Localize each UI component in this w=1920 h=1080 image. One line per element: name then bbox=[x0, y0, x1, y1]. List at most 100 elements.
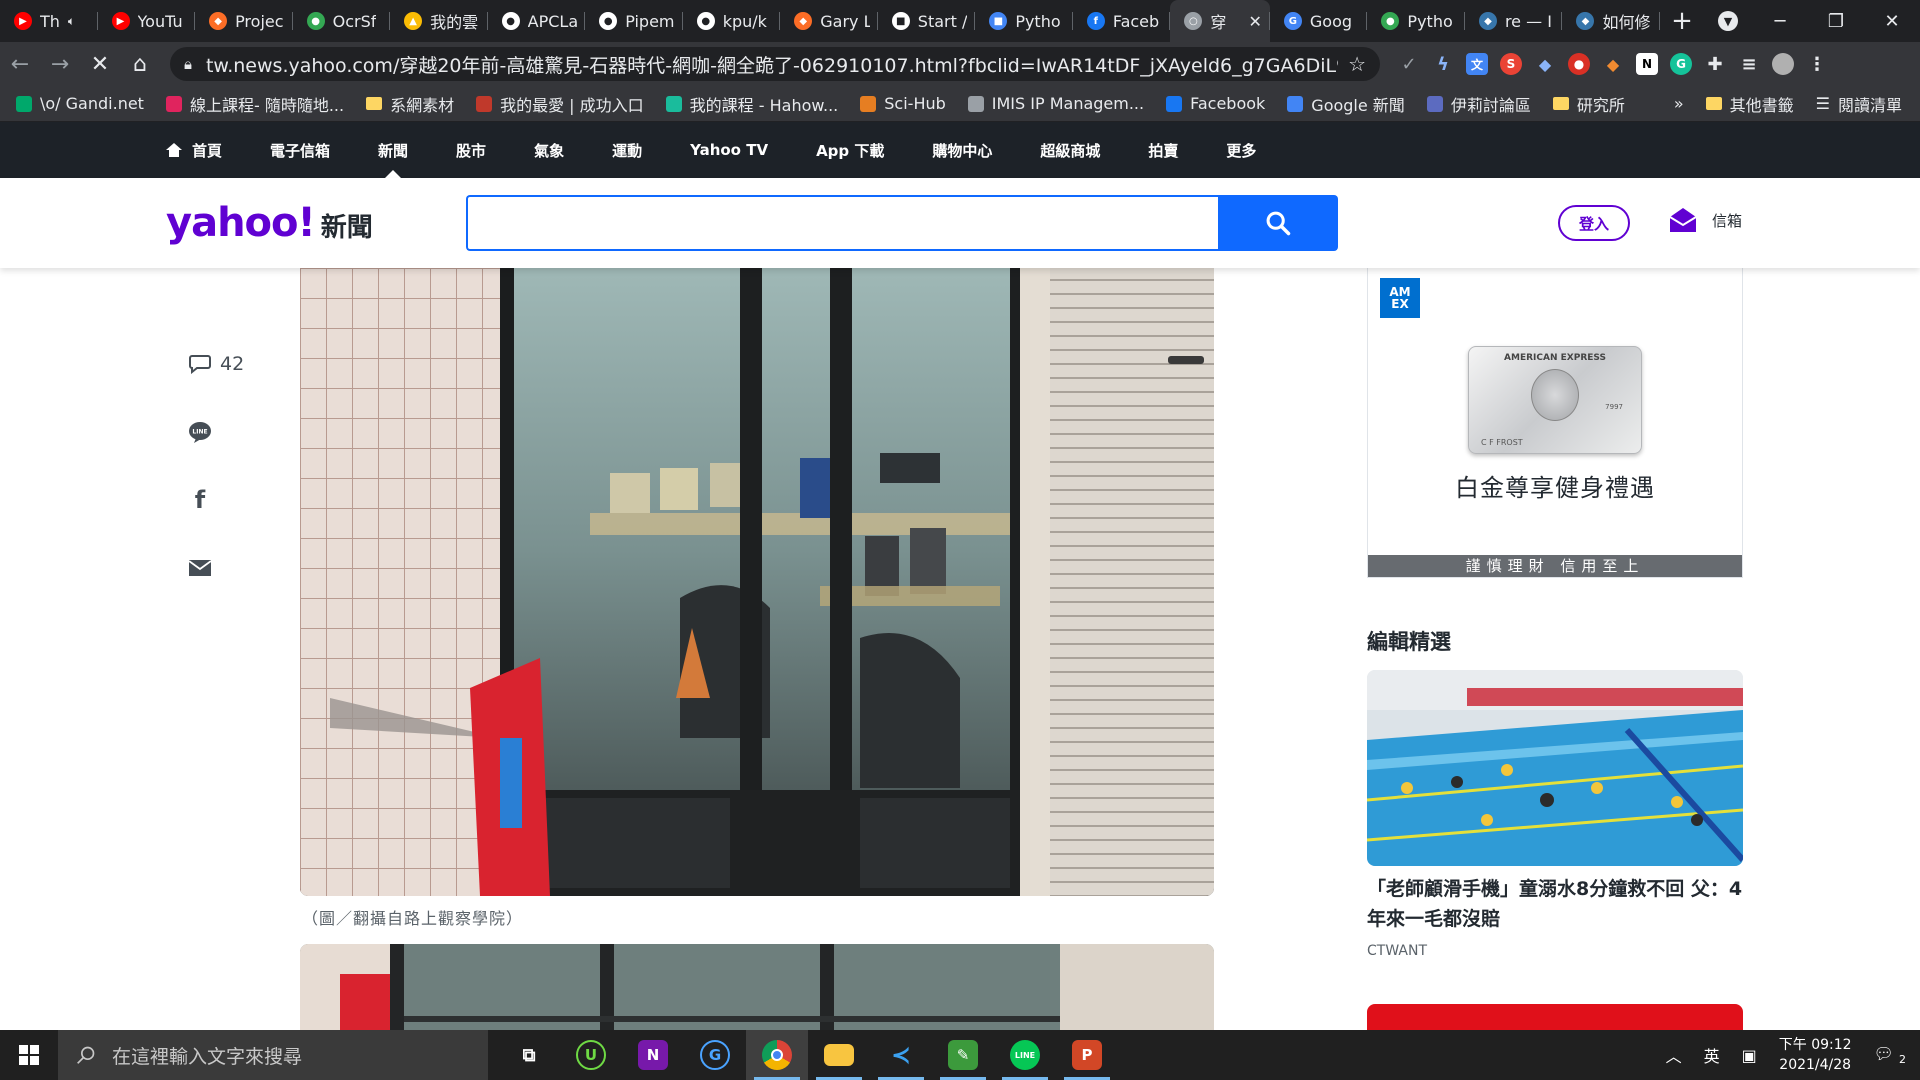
tray-expand-icon[interactable]: ︿ bbox=[1666, 1043, 1682, 1067]
comments-button[interactable]: 42 bbox=[188, 330, 268, 398]
notion-icon[interactable]: N bbox=[1636, 53, 1658, 75]
taskbar-search-box[interactable]: 在這裡輸入文字來搜尋 bbox=[58, 1030, 488, 1080]
kebab-menu-icon[interactable]: ⋮ bbox=[1806, 53, 1828, 75]
stop-loading-button[interactable]: ✕ bbox=[80, 44, 120, 84]
yahoo-nav-item[interactable]: 首頁 bbox=[166, 122, 222, 178]
puzzle-extensions-icon[interactable]: ✚ bbox=[1704, 53, 1726, 75]
browser-tab[interactable]: ● APCLa bbox=[488, 0, 586, 42]
tab-title: OcrSf bbox=[332, 11, 377, 31]
yahoo-news-logo[interactable]: yahoo! 新聞 bbox=[166, 200, 373, 246]
taskbar-app-file-explorer[interactable] bbox=[808, 1030, 870, 1080]
browser-tab[interactable]: ○ 穿 ✕ bbox=[1170, 0, 1270, 42]
tab-search-button[interactable]: ▼ bbox=[1704, 0, 1752, 42]
bookmark-item[interactable]: 我的課程 - Hahow... bbox=[665, 92, 838, 116]
grammarly-icon[interactable]: G bbox=[1670, 53, 1692, 75]
story-headline[interactable]: 「老師顧滑手機」童溺水8分鐘救不回 父：4年來一毛都沒賠 bbox=[1367, 874, 1743, 934]
browser-tab[interactable]: ● Pytho bbox=[1367, 0, 1465, 42]
login-button[interactable]: 登入 bbox=[1558, 205, 1630, 241]
url-input[interactable]: 🔒︎ tw.news.yahoo.com/穿越20年前-高雄驚見-石器時代-網咖… bbox=[170, 47, 1380, 81]
browser-tab[interactable]: ◆ re — I bbox=[1465, 0, 1563, 42]
yahoo-nav-item[interactable]: Yahoo TV bbox=[690, 122, 768, 178]
browser-tab[interactable]: ● OcrSf bbox=[293, 0, 391, 42]
yahoo-nav-item[interactable]: App 下載 bbox=[816, 122, 884, 178]
share-email-button[interactable] bbox=[188, 534, 268, 602]
bookmark-item[interactable]: Sci-Hub bbox=[860, 94, 946, 113]
record-icon[interactable]: ● bbox=[1568, 53, 1590, 75]
other-bookmarks-folder[interactable]: 其他書籤 bbox=[1705, 92, 1794, 116]
taskbar-app-line[interactable]: LINE bbox=[994, 1030, 1056, 1080]
close-window-icon[interactable]: ✕ bbox=[1864, 11, 1920, 32]
search-button[interactable] bbox=[1218, 195, 1338, 251]
bookmark-item[interactable]: 我的最愛 | 成功入口 bbox=[476, 92, 644, 116]
browser-tab[interactable]: ▲ 我的雲 bbox=[390, 0, 488, 42]
browser-tab[interactable]: G Goog bbox=[1270, 0, 1368, 42]
yahoo-nav-item[interactable]: 運動 bbox=[612, 122, 642, 178]
amex-ad[interactable]: AM EX AMERICAN EXPRESS 7997 C F FROST 白金… bbox=[1367, 268, 1743, 578]
forward-button[interactable]: → bbox=[40, 44, 80, 84]
browser-tab[interactable]: ▶ Th 🔈︎ bbox=[0, 0, 98, 42]
bolt-icon[interactable]: ϟ bbox=[1432, 53, 1454, 75]
bookmark-item[interactable]: 伊莉討論區 bbox=[1426, 92, 1531, 116]
checkmark-icon[interactable]: ✓ bbox=[1398, 53, 1420, 75]
bookmarks-more-button[interactable]: » bbox=[1674, 94, 1684, 113]
translate-icon[interactable]: 文 bbox=[1466, 53, 1488, 75]
browser-tab[interactable]: ● kpu/k bbox=[683, 0, 781, 42]
minimize-icon[interactable]: ─ bbox=[1752, 11, 1808, 32]
tray-app-icon[interactable]: ▣ bbox=[1742, 1046, 1757, 1065]
bookmark-item[interactable]: \o/ Gandi.net bbox=[16, 94, 144, 113]
profile-avatar[interactable] bbox=[1772, 53, 1794, 75]
bookmark-folder[interactable]: 系網素材 bbox=[366, 92, 454, 116]
taskbar-app-edge-legacy[interactable]: G bbox=[684, 1030, 746, 1080]
bookmark-item[interactable]: Facebook bbox=[1166, 94, 1265, 113]
browser-tab[interactable]: f Faceb bbox=[1073, 0, 1171, 42]
yahoo-nav-item[interactable]: 拍賣 bbox=[1148, 122, 1178, 178]
browser-tab[interactable]: ◆ 如何修 bbox=[1562, 0, 1660, 42]
taskbar-app-powerpoint[interactable]: P bbox=[1056, 1030, 1118, 1080]
media-control-icon[interactable]: ≡ bbox=[1738, 53, 1760, 75]
s-extension-icon[interactable]: S bbox=[1500, 53, 1522, 75]
browser-tab[interactable]: ● Pipem bbox=[585, 0, 683, 42]
reading-list-button[interactable]: ☰ 閱讀清單 bbox=[1816, 92, 1902, 116]
fox-extension-icon[interactable]: ◆ bbox=[1602, 53, 1624, 75]
home-icon bbox=[166, 143, 182, 157]
taskbar-app-pen-tool[interactable]: ✎ bbox=[932, 1030, 994, 1080]
browser-tab[interactable]: ◆ Gary L bbox=[780, 0, 878, 42]
yahoo-nav-item[interactable]: 新聞 bbox=[378, 122, 408, 178]
close-tab-icon[interactable]: ✕ bbox=[1248, 12, 1261, 31]
browser-tab[interactable]: ■ Pytho bbox=[975, 0, 1073, 42]
browser-tab[interactable]: ◆ Projec bbox=[195, 0, 293, 42]
yahoo-nav-item[interactable]: 氣象 bbox=[534, 122, 564, 178]
diamond-extension-icon[interactable]: ◆ bbox=[1534, 53, 1556, 75]
taskbar-app-onenote[interactable]: N bbox=[622, 1030, 684, 1080]
bookmark-item[interactable]: Google 新聞 bbox=[1287, 92, 1405, 116]
taskbar-app-vscode[interactable]: ≺ bbox=[870, 1030, 932, 1080]
story-thumbnail-swimming-pool[interactable] bbox=[1367, 670, 1743, 866]
browser-tab[interactable]: ▶ YouTu bbox=[98, 0, 196, 42]
bookmark-star-icon[interactable]: ☆ bbox=[1348, 52, 1366, 76]
clock[interactable]: 下午 09:12 2021/4/28 bbox=[1779, 1035, 1852, 1075]
notification-center-button[interactable]: 💬︎ 2 bbox=[1874, 1044, 1906, 1066]
yahoo-nav-item[interactable]: 購物中心 bbox=[932, 122, 992, 178]
bookmark-item[interactable]: IMIS IP Managem... bbox=[967, 94, 1144, 113]
restore-icon[interactable]: ❐ bbox=[1808, 11, 1864, 32]
mail-link[interactable]: 信箱 bbox=[1668, 206, 1742, 234]
bookmark-item[interactable]: 線上課程- 隨時隨地... bbox=[165, 92, 344, 116]
ime-indicator[interactable]: 英 bbox=[1704, 1043, 1720, 1067]
yahoo-nav-item[interactable]: 超級商城 bbox=[1040, 122, 1100, 178]
taskbar-app-chrome[interactable] bbox=[746, 1030, 808, 1080]
share-line-button[interactable]: LINE bbox=[188, 398, 268, 466]
home-button[interactable]: ⌂ bbox=[120, 44, 160, 84]
yahoo-nav-item[interactable]: 股市 bbox=[456, 122, 486, 178]
taskbar-app-upwork[interactable]: U bbox=[560, 1030, 622, 1080]
speaker-icon[interactable]: 🔈︎ bbox=[68, 14, 75, 29]
task-view-button[interactable]: ⧉ bbox=[498, 1030, 560, 1080]
start-button[interactable] bbox=[0, 1030, 58, 1080]
share-facebook-button[interactable]: f bbox=[188, 466, 268, 534]
bookmark-folder[interactable]: 研究所 bbox=[1552, 92, 1625, 116]
browser-tab[interactable]: ■ Start / bbox=[878, 0, 976, 42]
search-input[interactable] bbox=[466, 195, 1218, 251]
yahoo-nav-item[interactable]: 更多 bbox=[1226, 122, 1256, 178]
new-tab-button[interactable]: + bbox=[1660, 0, 1704, 42]
yahoo-nav-item[interactable]: 電子信箱 bbox=[270, 122, 330, 178]
back-button[interactable]: ← bbox=[0, 44, 40, 84]
